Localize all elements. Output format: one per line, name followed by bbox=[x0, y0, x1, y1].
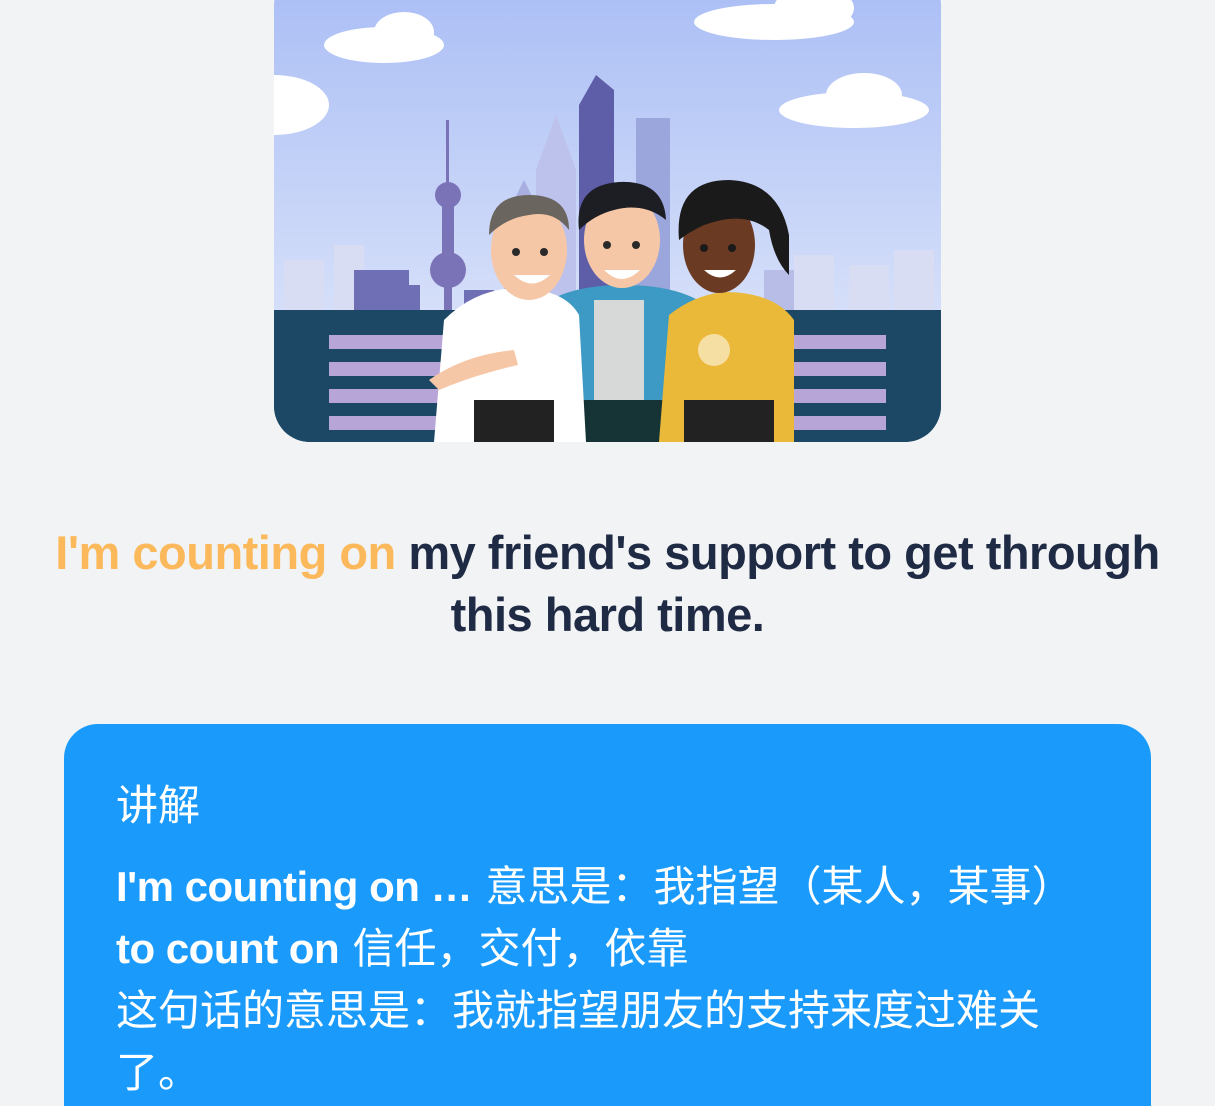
explanation-line-2-phrase: to count on bbox=[116, 925, 340, 972]
explanation-card: 讲解 I'm counting on … 意思是：我指望（某人，某事） to c… bbox=[64, 724, 1151, 1106]
explanation-title: 讲解 bbox=[116, 781, 201, 830]
friends-illustration bbox=[274, 0, 941, 442]
sentence-highlight: I'm counting on bbox=[55, 526, 396, 579]
explanation-line-2: to count on 信任，交付，依靠 bbox=[116, 918, 1099, 980]
explanation-line-1: I'm counting on … 意思是：我指望（某人，某事） bbox=[116, 856, 1099, 918]
lesson-page: I'm counting on my friend's support to g… bbox=[0, 0, 1215, 1106]
example-sentence: I'm counting on my friend's support to g… bbox=[40, 522, 1175, 646]
sentence-rest: my friend's support to get through this … bbox=[395, 526, 1160, 641]
explanation-line-3: 这句话的意思是：我就指望朋友的支持来度过难关了。 bbox=[116, 986, 1041, 1097]
friends-skyline-illustration bbox=[274, 0, 941, 442]
explanation-line-1-phrase: I'm counting on … bbox=[116, 863, 473, 910]
explanation-line-2-meaning: 信任，交付，依靠 bbox=[339, 924, 689, 973]
explanation-line-1-meaning: 意思是：我指望（某人，某事） bbox=[472, 862, 1074, 911]
